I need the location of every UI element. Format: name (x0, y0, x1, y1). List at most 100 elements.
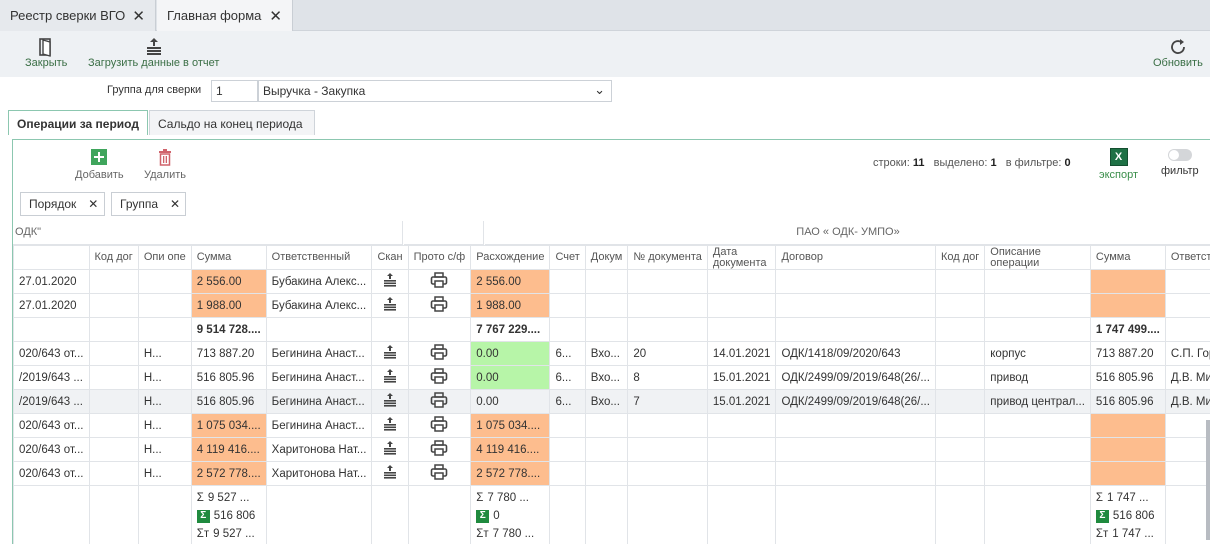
chip-group[interactable]: Группа ✕ (111, 192, 186, 216)
scan-upload-icon[interactable] (382, 345, 398, 363)
col-header[interactable]: Договор (775, 245, 936, 270)
col-header[interactable]: Скан (371, 245, 409, 270)
table-cell (88, 413, 139, 438)
load-data-button[interactable]: Загрузить данные в отчет (88, 35, 219, 69)
printer-icon[interactable] (430, 392, 448, 411)
summary-cell (775, 485, 936, 544)
table-cell (984, 461, 1091, 486)
table-cell: Бубакина Алекс... (265, 293, 373, 318)
scan-upload-icon[interactable] (382, 441, 398, 459)
tab-reestr[interactable]: Реестр сверки ВГО ✕ (0, 0, 156, 31)
close-icon[interactable]: ✕ (88, 197, 98, 211)
printer-icon[interactable] (430, 368, 448, 387)
summary-cell (13, 485, 90, 544)
summary-value: 1 747 ... (1112, 528, 1154, 540)
col-header[interactable]: Докум (584, 245, 629, 270)
col-header[interactable]: Описание операции (984, 245, 1091, 270)
table-row[interactable]: 020/643 от... Н... 1 075 034.... Бегинина А… (13, 413, 1210, 438)
table-row[interactable]: /2019/643 ... Н... 516 805.96 Бегинина Анас… (13, 365, 1210, 390)
col-header[interactable]: Опи опе (137, 245, 192, 270)
col-header[interactable]: Счет (549, 245, 586, 270)
printer-icon[interactable] (430, 296, 448, 315)
col-header[interactable]: Код дог (934, 245, 986, 270)
col-header[interactable] (13, 245, 90, 270)
sigma-icon: Σ (196, 492, 204, 504)
scan-upload-icon[interactable] (382, 417, 398, 435)
group-number-field[interactable]: 1 (211, 80, 258, 102)
summary-cell (706, 485, 777, 544)
tab-main-form[interactable]: Главная форма ✕ (157, 0, 293, 31)
scan-upload-icon[interactable] (382, 297, 398, 315)
col-header[interactable]: Код дог (88, 245, 139, 270)
cell-print (407, 293, 472, 318)
table-cell: 7 767 229.... (470, 317, 551, 342)
table-cell: Д.В. Миналтди (1164, 389, 1210, 414)
table-row[interactable]: /2019/643 ... Н... 516 805.96 Бегинина Анас… (13, 389, 1210, 414)
tab-operations[interactable]: Операции за период (8, 110, 148, 135)
table-cell (584, 413, 629, 438)
table-cell: 713 887.20 (1089, 341, 1166, 366)
col-header[interactable]: Ответственный (265, 245, 373, 270)
table-cell: 0.00 (470, 341, 551, 366)
table-row[interactable]: 9 514 728.... 7 767 229.... 1 747 499.... (13, 317, 1210, 342)
table-row[interactable]: 020/643 от... Н... 713 887.20 Бегинина Анас… (13, 341, 1210, 366)
table-row[interactable]: 27.01.2020 1 988.00 Бубакина Алекс... 1 988… (13, 293, 1210, 318)
chevron-down-icon[interactable]: ⌄ (594, 82, 605, 98)
close-icon[interactable]: ✕ (269, 7, 282, 25)
col-header[interactable]: Сумма (190, 245, 267, 270)
scan-upload-icon[interactable] (382, 393, 398, 411)
table-cell (934, 461, 986, 486)
group-select[interactable]: Выручка - Закупка ⌄ (258, 80, 612, 102)
chip-order[interactable]: Порядок ✕ (20, 192, 105, 216)
col-header[interactable]: Сумма (1089, 245, 1166, 270)
col-header[interactable]: Ответственный (1164, 245, 1210, 270)
table-cell: Бегинина Анаст... (265, 341, 373, 366)
export-button[interactable]: X экспорт (1099, 148, 1138, 181)
close-button[interactable]: Закрыть (25, 35, 67, 69)
col-header[interactable]: Расхождение (470, 245, 551, 270)
scan-upload-icon[interactable] (382, 369, 398, 387)
scan-upload-icon[interactable] (382, 273, 398, 291)
table-cell: 15.01.2021 (706, 365, 777, 390)
summary-cell: Σ7 780 ... Σ 0 Σт 7 780 ... (470, 485, 551, 544)
cell-scan (371, 461, 409, 486)
vertical-scrollbar[interactable] (1206, 420, 1210, 540)
table-cell: 020/643 от... (13, 461, 90, 486)
table-cell: Н... (137, 365, 192, 390)
col-header[interactable]: Прото с/ф (407, 245, 472, 270)
table-cell (934, 389, 986, 414)
table-row[interactable]: 020/643 от... Н... 4 119 416.... Харитонова… (13, 437, 1210, 462)
col-header[interactable]: Дата документа (706, 245, 777, 270)
table-cell: привод централ... (984, 389, 1091, 414)
table-cell: привод (984, 365, 1091, 390)
filtered-label: в фильтре: (1005, 157, 1062, 169)
filter-label: фильтр (1161, 165, 1199, 177)
filter-toggle[interactable]: фильтр (1161, 149, 1199, 177)
col-header[interactable]: № документа (627, 245, 708, 270)
table-cell (88, 389, 139, 414)
printer-icon[interactable] (430, 416, 448, 435)
printer-icon[interactable] (430, 440, 448, 459)
chip-label: Порядок (29, 197, 77, 211)
tab-balance[interactable]: Сальдо на конец периода (149, 110, 315, 135)
scan-upload-icon[interactable] (382, 465, 398, 483)
table-cell (88, 437, 139, 462)
printer-icon[interactable] (430, 464, 448, 483)
table-row[interactable]: 27.01.2020 2 556.00 Бубакина Алекс... 2 556… (13, 269, 1210, 294)
add-button[interactable]: Добавить (75, 148, 124, 181)
table-cell (88, 365, 139, 390)
table-cell: 516 805.96 (190, 389, 267, 414)
table-cell (934, 317, 986, 342)
table-row[interactable]: 020/643 от... Н... 2 572 778.... Харитонова… (13, 461, 1210, 486)
toggle-switch-icon[interactable] (1167, 149, 1192, 161)
close-icon[interactable]: ✕ (132, 7, 145, 25)
table-cell (584, 293, 629, 318)
refresh-button[interactable]: Обновить (1153, 35, 1203, 69)
cell-scan (371, 269, 409, 294)
table-cell (549, 461, 586, 486)
table-cell (88, 341, 139, 366)
close-icon[interactable]: ✕ (170, 197, 180, 211)
printer-icon[interactable] (430, 272, 448, 291)
printer-icon[interactable] (430, 344, 448, 363)
delete-button[interactable]: Удалить (144, 148, 186, 181)
